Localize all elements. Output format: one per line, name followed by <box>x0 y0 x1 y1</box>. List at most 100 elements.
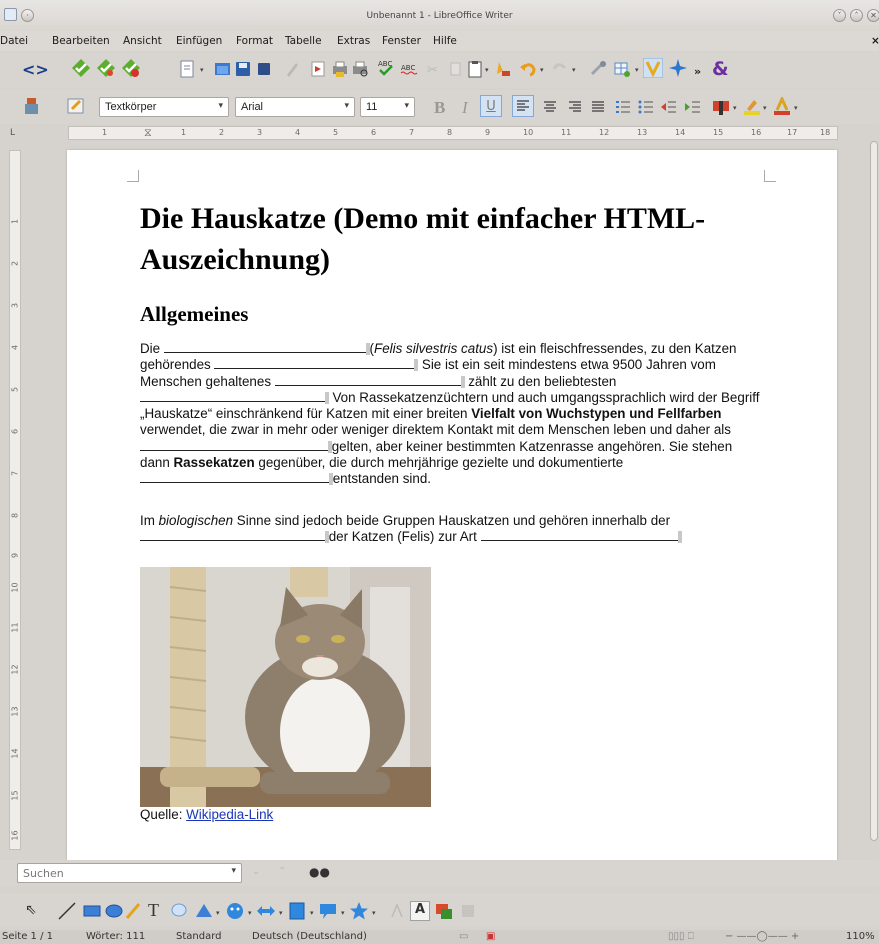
undo-icon[interactable] <box>518 59 538 79</box>
page-count[interactable]: Seite 1 / 1 <box>2 931 53 942</box>
save-as-icon[interactable] <box>254 59 274 79</box>
new-dropdown-icon[interactable]: ▾ <box>200 66 204 74</box>
input-field[interactable] <box>140 529 329 544</box>
background-dropdown-icon[interactable]: ▾ <box>733 104 737 112</box>
ellipse-icon[interactable] <box>104 901 124 921</box>
input-field[interactable] <box>214 357 419 372</box>
block-arrows-icon[interactable] <box>256 901 276 921</box>
basic-shapes-icon[interactable] <box>194 901 214 921</box>
zoom-level[interactable]: 110% <box>846 931 875 942</box>
chevron-down-icon[interactable]: ▾ <box>231 866 236 876</box>
font-color-icon[interactable] <box>772 97 792 117</box>
points-icon[interactable] <box>387 901 407 921</box>
table-dropdown-icon[interactable]: ▾ <box>635 66 639 74</box>
page-style[interactable]: Standard <box>176 931 222 942</box>
sidebar-toggle-icon[interactable]: <> <box>22 60 49 80</box>
paste-dropdown-icon[interactable]: ▾ <box>485 66 489 74</box>
find-previous-icon[interactable]: ⌄ <box>252 866 260 877</box>
callouts-icon[interactable] <box>318 901 338 921</box>
insert-mode-icon[interactable]: ▭ <box>459 931 468 942</box>
minimize-button[interactable]: ˅ <box>833 9 846 22</box>
word-count[interactable]: Wörter: 111 <box>86 931 145 942</box>
insert-image-icon[interactable] <box>434 901 454 921</box>
autospell-icon[interactable]: ABC <box>399 58 419 78</box>
export-pdf-icon[interactable] <box>308 59 328 79</box>
undo-dropdown-icon[interactable]: ▾ <box>540 66 544 74</box>
horizontal-ruler[interactable]: 1 ⧖ 1 2 3 4 5 6 7 8 9 10 11 12 13 14 15 … <box>68 126 838 140</box>
align-right-icon[interactable] <box>565 97 585 117</box>
maximize-button[interactable]: ˄ <box>850 9 863 22</box>
language[interactable]: Deutsch (Deutschland) <box>252 931 367 942</box>
block-arrows-dropdown-icon[interactable]: ▾ <box>279 909 283 917</box>
font-color-dropdown-icon[interactable]: ▾ <box>794 104 798 112</box>
paragraph-background-icon[interactable] <box>711 97 731 117</box>
cut-icon[interactable]: ✂ <box>424 59 444 79</box>
basic-shapes-dropdown-icon[interactable]: ▾ <box>216 909 220 917</box>
rectangle-icon[interactable] <box>82 901 102 921</box>
copy-icon[interactable] <box>446 59 466 79</box>
zoom-slider[interactable]: − ——◯—— + <box>725 931 799 942</box>
print-preview-icon[interactable] <box>350 59 370 79</box>
open-icon[interactable] <box>212 59 232 79</box>
paragraph-style-select[interactable]: Textkörper ▾ <box>99 97 229 117</box>
numbering-icon[interactable] <box>613 97 633 117</box>
flowchart-dropdown-icon[interactable]: ▾ <box>310 909 314 917</box>
navigator-icon[interactable] <box>668 58 688 78</box>
flowchart-icon[interactable] <box>287 901 307 921</box>
search-input[interactable]: Suchen ▾ <box>17 863 242 883</box>
decrease-indent-icon[interactable] <box>659 97 679 117</box>
validate-alt-icon[interactable] <box>96 58 116 78</box>
extrusion-icon[interactable] <box>458 901 478 921</box>
underline-icon[interactable]: U <box>480 95 502 117</box>
menu-hilfe[interactable]: Hilfe <box>433 35 457 47</box>
select-arrow-icon[interactable]: ⇖ <box>25 902 37 918</box>
line-icon[interactable] <box>57 901 77 921</box>
text-box-icon[interactable]: T <box>148 900 168 920</box>
input-field[interactable] <box>274 374 465 388</box>
paste-icon[interactable] <box>465 59 485 79</box>
toolbar-overflow-icon[interactable]: » <box>694 65 701 78</box>
validate-icon[interactable] <box>71 58 91 78</box>
document-page[interactable]: Die Hauskatze (Demo mit einfacher HTML-A… <box>67 150 837 870</box>
menu-tabelle[interactable]: Tabelle <box>285 35 322 47</box>
input-field[interactable] <box>140 439 332 453</box>
input-field[interactable] <box>140 471 333 486</box>
view-layout-icon[interactable]: ▯▯▯ ⎕ <box>668 931 694 942</box>
increase-indent-icon[interactable] <box>683 97 703 117</box>
menu-einfuegen[interactable]: Einfügen <box>176 35 222 47</box>
align-left-icon[interactable] <box>512 95 534 117</box>
save-icon[interactable] <box>233 59 253 79</box>
binoculars-icon[interactable]: ●● <box>309 865 330 879</box>
bold-icon[interactable]: B <box>434 98 454 118</box>
vertical-ruler[interactable]: 1 2 3 4 5 6 7 8 9 10 11 12 13 14 15 16 <box>9 150 21 850</box>
cat-photo[interactable] <box>140 567 431 807</box>
ruler-indent-marker[interactable]: ⧖ <box>144 126 152 140</box>
menu-fenster[interactable]: Fenster <box>382 35 421 47</box>
bullets-icon[interactable] <box>636 97 656 117</box>
symbol-shapes-dropdown-icon[interactable]: ▾ <box>248 909 252 917</box>
stars-dropdown-icon[interactable]: ▾ <box>372 909 376 917</box>
freeform-line-icon[interactable] <box>124 901 144 921</box>
callout-icon[interactable] <box>168 901 188 921</box>
styles-icon[interactable] <box>22 96 42 116</box>
wikipedia-link[interactable]: Wikipedia-Link <box>186 807 273 822</box>
new-document-icon[interactable] <box>177 59 197 79</box>
edit-icon[interactable] <box>282 59 302 79</box>
close-document-icon[interactable]: × <box>871 35 879 47</box>
ampersand-icon[interactable]: & <box>712 58 729 80</box>
highlight-icon[interactable] <box>742 97 762 117</box>
symbol-shapes-icon[interactable] <box>225 901 245 921</box>
stars-icon[interactable] <box>349 901 369 921</box>
scrollbar-thumb[interactable] <box>870 141 878 841</box>
redo-dropdown-icon[interactable]: ▾ <box>572 66 576 74</box>
find-next-icon[interactable]: ⌃ <box>278 866 286 877</box>
show-draw-functions-icon[interactable] <box>643 58 663 78</box>
font-size-select[interactable]: 11 ▾ <box>360 97 415 117</box>
fontwork-icon[interactable]: A <box>410 901 430 921</box>
font-name-select[interactable]: Arial ▾ <box>235 97 355 117</box>
menu-bearbeiten[interactable]: Bearbeiten <box>52 35 110 47</box>
hyperlink-icon[interactable] <box>588 59 608 79</box>
italic-icon[interactable]: I <box>462 98 482 118</box>
close-button[interactable]: ✕ <box>867 9 879 22</box>
menu-datei[interactable]: Datei <box>0 35 28 47</box>
